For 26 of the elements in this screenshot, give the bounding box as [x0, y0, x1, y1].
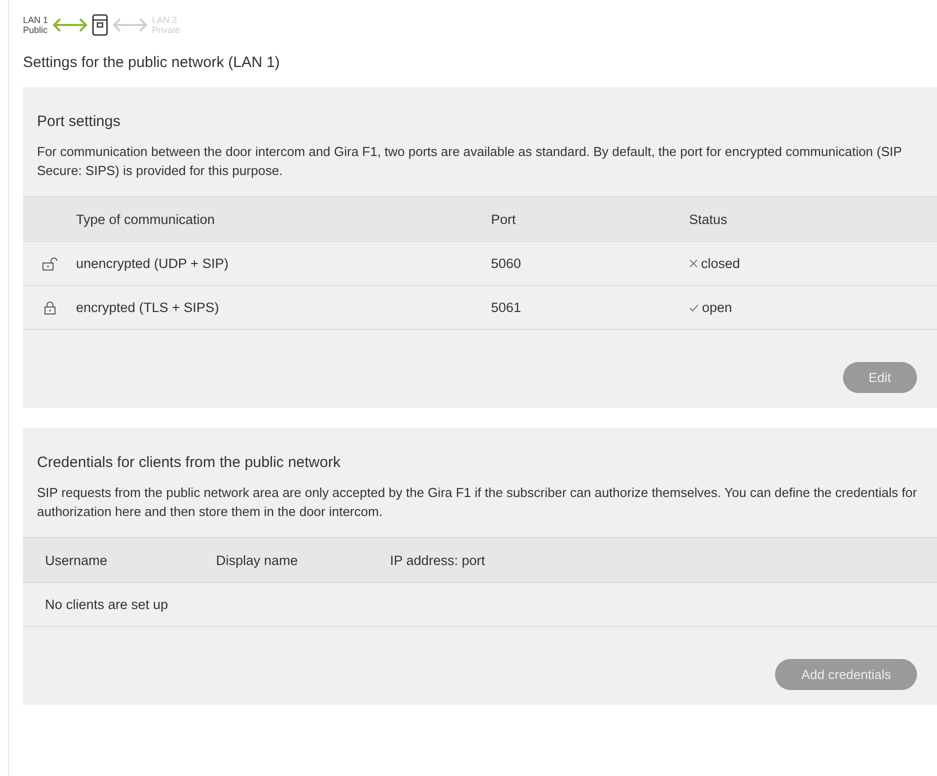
double-arrow-icon: [112, 17, 148, 33]
add-credentials-button[interactable]: Add credentials: [775, 659, 917, 690]
table-cell-text: unencrypted (UDP + SIP): [76, 256, 230, 271]
status-text: closed: [701, 256, 740, 271]
table-cell-text: 5060: [491, 256, 522, 271]
status-text: open: [702, 300, 732, 315]
table-cell-text: 5061: [491, 300, 522, 315]
double-arrow-icon: [52, 17, 88, 33]
column-header: Username: [45, 552, 108, 568]
column-header: Status: [689, 212, 728, 226]
section-title: Credentials for clients from the public network: [36, 453, 342, 473]
column-header: Display name: [216, 552, 299, 568]
edit-button[interactable]: Edit: [842, 362, 917, 393]
empty-message: No clients are set up: [45, 597, 168, 612]
section-description: SIP requests from the public network area are only accepted by the Gira F1 if the subscriber can authorize themselves. You can define the credentials for authorization here and then store them in the door intercom.: [36, 484, 918, 521]
section-title: Port settings: [36, 112, 122, 132]
column-header: Type of communication: [76, 212, 216, 226]
section-description: For communication between the door intercom and Gira F1, two ports are available as standard. By default, the port for encrypted communication (SIP Secure: SIPS) is provided for this purpose.: [36, 143, 903, 180]
table-cell-text: encrypted (TLS + SIPS): [76, 300, 220, 315]
column-header: IP address: port: [390, 552, 486, 568]
page-title: Settings for the public network (LAN 1): [23, 54, 281, 71]
network-label: LAN 1 Public: [23, 15, 48, 35]
lock-icon: [44, 300, 56, 314]
unlocked-lock-icon: [42, 256, 58, 270]
door-intercom-icon: [92, 14, 108, 36]
column-header: Port: [491, 212, 517, 226]
